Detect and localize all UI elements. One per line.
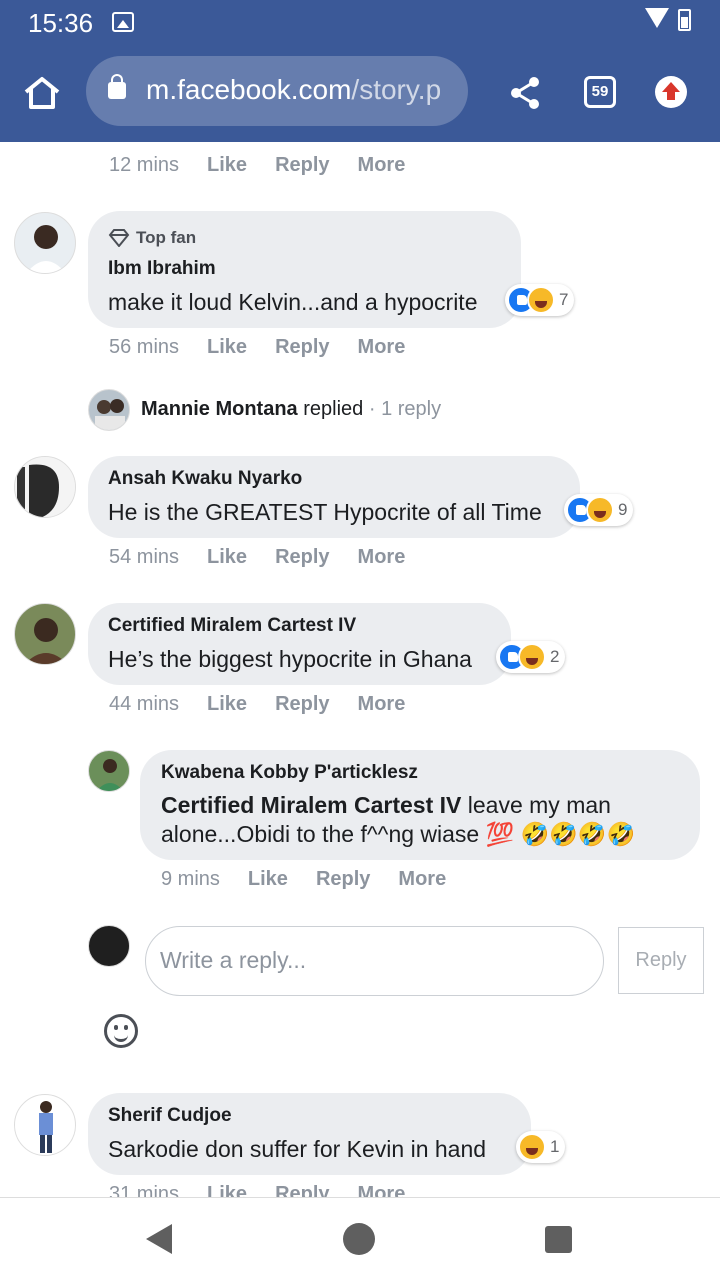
avatar[interactable] [88,389,130,431]
reaction-count: 9 [618,500,628,519]
reaction-summary[interactable]: 2 [496,641,566,673]
wifi-icon [645,8,669,28]
haha-reaction-icon [527,286,555,314]
tab-switcher-button[interactable]: 59 [584,76,616,108]
commenter-name[interactable]: Ansah Kwaku Nyarko [108,468,302,490]
avatar[interactable] [14,603,76,665]
more-link[interactable]: More [358,1183,406,1197]
own-avatar [88,925,130,967]
image-notification-icon [112,12,134,32]
reaction-count: 1 [550,1137,560,1156]
diamond-icon [108,229,130,247]
reply-bubble: Kwabena Kobby P'articklesz Certified Mir… [140,750,700,860]
replied-label: replied [303,398,364,420]
battery-icon [678,9,691,31]
reply-text-line2: alone...Obidi to the f^^ng wiase 💯 🤣🤣🤣🤣 [161,821,635,848]
home-icon[interactable] [22,76,62,110]
more-link[interactable]: More [358,154,406,177]
reaction-count: 7 [559,290,569,309]
reply-input[interactable]: Write a reply... [145,926,604,996]
reply-time: 9 mins [161,868,220,890]
comment-actions: 54 mins Like Reply More [109,546,433,569]
haha-reaction-icon [586,496,614,524]
reaction-summary[interactable]: 7 [505,284,575,316]
like-link[interactable]: Like [207,154,247,177]
reaction-summary[interactable]: 1 [516,1131,566,1163]
comment-text: Sarkodie don suffer for Kevin in hand [108,1136,487,1162]
like-link[interactable]: Like [207,336,247,359]
comment-actions: 31 mins Like Reply More [109,1183,433,1197]
reply-emojis: 💯 🤣🤣🤣🤣 [485,821,636,847]
avatar[interactable] [14,212,76,274]
like-link[interactable]: Like [207,1183,247,1197]
comment-time: 56 mins [109,336,180,358]
recent-apps-icon[interactable] [545,1226,572,1253]
url-text[interactable]: m.facebook.com/story.p [146,74,462,106]
comment-time: 31 mins [109,1183,180,1197]
reaction-count: 2 [550,647,560,666]
mention-link[interactable]: Certified Miralem Cartest IV [161,792,461,818]
top-fan-badge: Top fan [108,228,196,248]
browser-header: 15:36 m.facebook.com/story.p 59 [0,0,720,142]
reaction-summary[interactable]: 9 [564,494,634,526]
emoji-icon[interactable] [104,1014,138,1048]
comment-actions: 44 mins Like Reply More [109,693,433,716]
comment-bubble: Top fan Ibm Ibrahim make it loud Kelvin.… [88,211,521,328]
replier-name[interactable]: Kwabena Kobby P'articklesz [161,762,418,784]
reply-link[interactable]: Reply [275,1183,329,1197]
reply-text-rest: leave my man [467,792,611,818]
reply-link[interactable]: Reply [275,336,329,359]
comment-bubble: Certified Miralem Cartest IV He’s the bi… [88,603,511,685]
reply-text-line1: Certified Miralem Cartest IV leave my ma… [161,792,611,819]
upload-icon[interactable] [655,76,687,108]
avatar[interactable] [88,750,130,792]
status-time: 15:36 [28,8,94,38]
reply-link[interactable]: Reply [275,693,329,716]
avatar[interactable] [14,456,76,518]
comment-actions: 56 mins Like Reply More [109,336,433,359]
haha-reaction-icon [518,1133,546,1161]
like-link[interactable]: Like [207,693,247,716]
comment-time: 44 mins [109,693,180,715]
reply-submit-button[interactable]: Reply [618,927,704,994]
share-icon[interactable] [508,76,542,110]
reply-link[interactable]: Reply [275,546,329,569]
like-link[interactable]: Like [248,868,288,891]
more-link[interactable]: More [398,868,446,891]
more-link[interactable]: More [358,546,406,569]
more-link[interactable]: More [358,693,406,716]
more-link[interactable]: More [358,336,406,359]
reply-link[interactable]: Reply [275,154,329,177]
lock-icon [108,74,126,99]
haha-reaction-icon [518,643,546,671]
avatar[interactable] [14,1094,76,1156]
comment-text: He is the GREATEST Hypocrite of all Time [108,499,542,525]
commenter-name[interactable]: Ibm Ibrahim [108,258,216,280]
comment-bubble: Sherif Cudjoe Sarkodie don suffer for Ke… [88,1093,531,1175]
separator-dot: · [368,398,376,420]
commenter-name[interactable]: Sherif Cudjoe [108,1105,232,1127]
comment-time: 54 mins [109,546,180,568]
reply-text: alone...Obidi to the f^^ng wiase [161,821,480,847]
replier-name: Mannie Montana [141,398,298,420]
back-icon[interactable] [146,1224,172,1254]
system-nav-bar [0,1197,720,1280]
comment-actions: 12 mins Like Reply More [109,154,433,177]
reply-link[interactable]: Reply [316,868,370,891]
reply-count: 1 reply [381,398,442,420]
url-path: /story.p [351,74,442,105]
comment-bubble: Ansah Kwaku Nyarko He is the GREATEST Hy… [88,456,580,538]
home-circle-icon[interactable] [343,1223,375,1255]
url-domain: m.facebook.com [146,74,352,105]
reply-actions: 9 mins Like Reply More [161,868,474,891]
commenter-name[interactable]: Certified Miralem Cartest IV [108,615,356,637]
replies-link[interactable]: Mannie Montana replied · 1 reply [141,398,441,421]
badge-label: Top fan [136,228,197,247]
like-link[interactable]: Like [207,546,247,569]
comment-feed: 12 mins Like Reply More Top fan Ibm Ibra… [0,142,720,1197]
comment-text: He’s the biggest hypocrite in Ghana [108,646,472,672]
url-bar[interactable]: m.facebook.com/story.p [86,56,468,126]
comment-time: 12 mins [109,154,180,176]
comment-text: make it loud Kelvin...and a hypocrite [108,289,478,315]
